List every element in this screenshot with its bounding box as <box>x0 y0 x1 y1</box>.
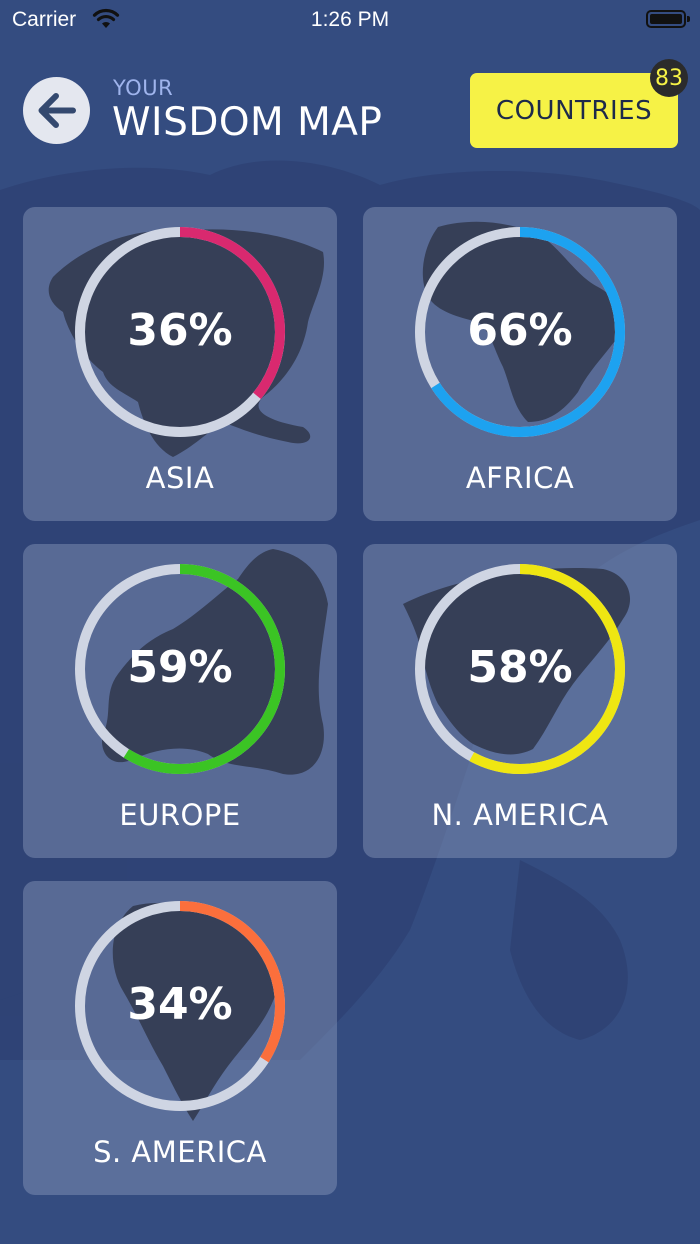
continent-name: S. AMERICA <box>93 1135 267 1169</box>
continent-card-south-america[interactable]: 34% S. AMERICA <box>23 881 337 1195</box>
continent-card-europe[interactable]: 59% EUROPE <box>23 544 337 858</box>
countries-button[interactable]: COUNTRIES <box>470 73 678 148</box>
progress-percent: 58% <box>467 642 573 693</box>
continent-card-asia[interactable]: 36% ASIA <box>23 207 337 521</box>
arrow-left-icon <box>38 93 76 128</box>
countries-count-badge: 83 <box>650 59 688 97</box>
back-button[interactable] <box>23 77 90 144</box>
continent-card-africa[interactable]: 66% AFRICA <box>363 207 677 521</box>
status-bar: Carrier 1:26 PM <box>0 0 700 40</box>
continent-card-north-america[interactable]: 58% N. AMERICA <box>363 544 677 858</box>
continent-name: AFRICA <box>465 461 575 495</box>
continent-name: N. AMERICA <box>431 798 609 832</box>
continent-name: ASIA <box>145 461 215 495</box>
header-subtitle: YOUR <box>113 76 174 100</box>
progress-percent: 34% <box>127 979 233 1030</box>
progress-percent: 36% <box>127 305 233 356</box>
countries-button-label: COUNTRIES <box>495 95 653 126</box>
battery-icon <box>646 10 690 28</box>
continent-name: EUROPE <box>119 798 241 832</box>
progress-percent: 66% <box>467 305 573 356</box>
status-time: 1:26 PM <box>310 8 390 31</box>
progress-percent: 59% <box>127 642 233 693</box>
page-title: WISDOM MAP <box>112 100 383 145</box>
